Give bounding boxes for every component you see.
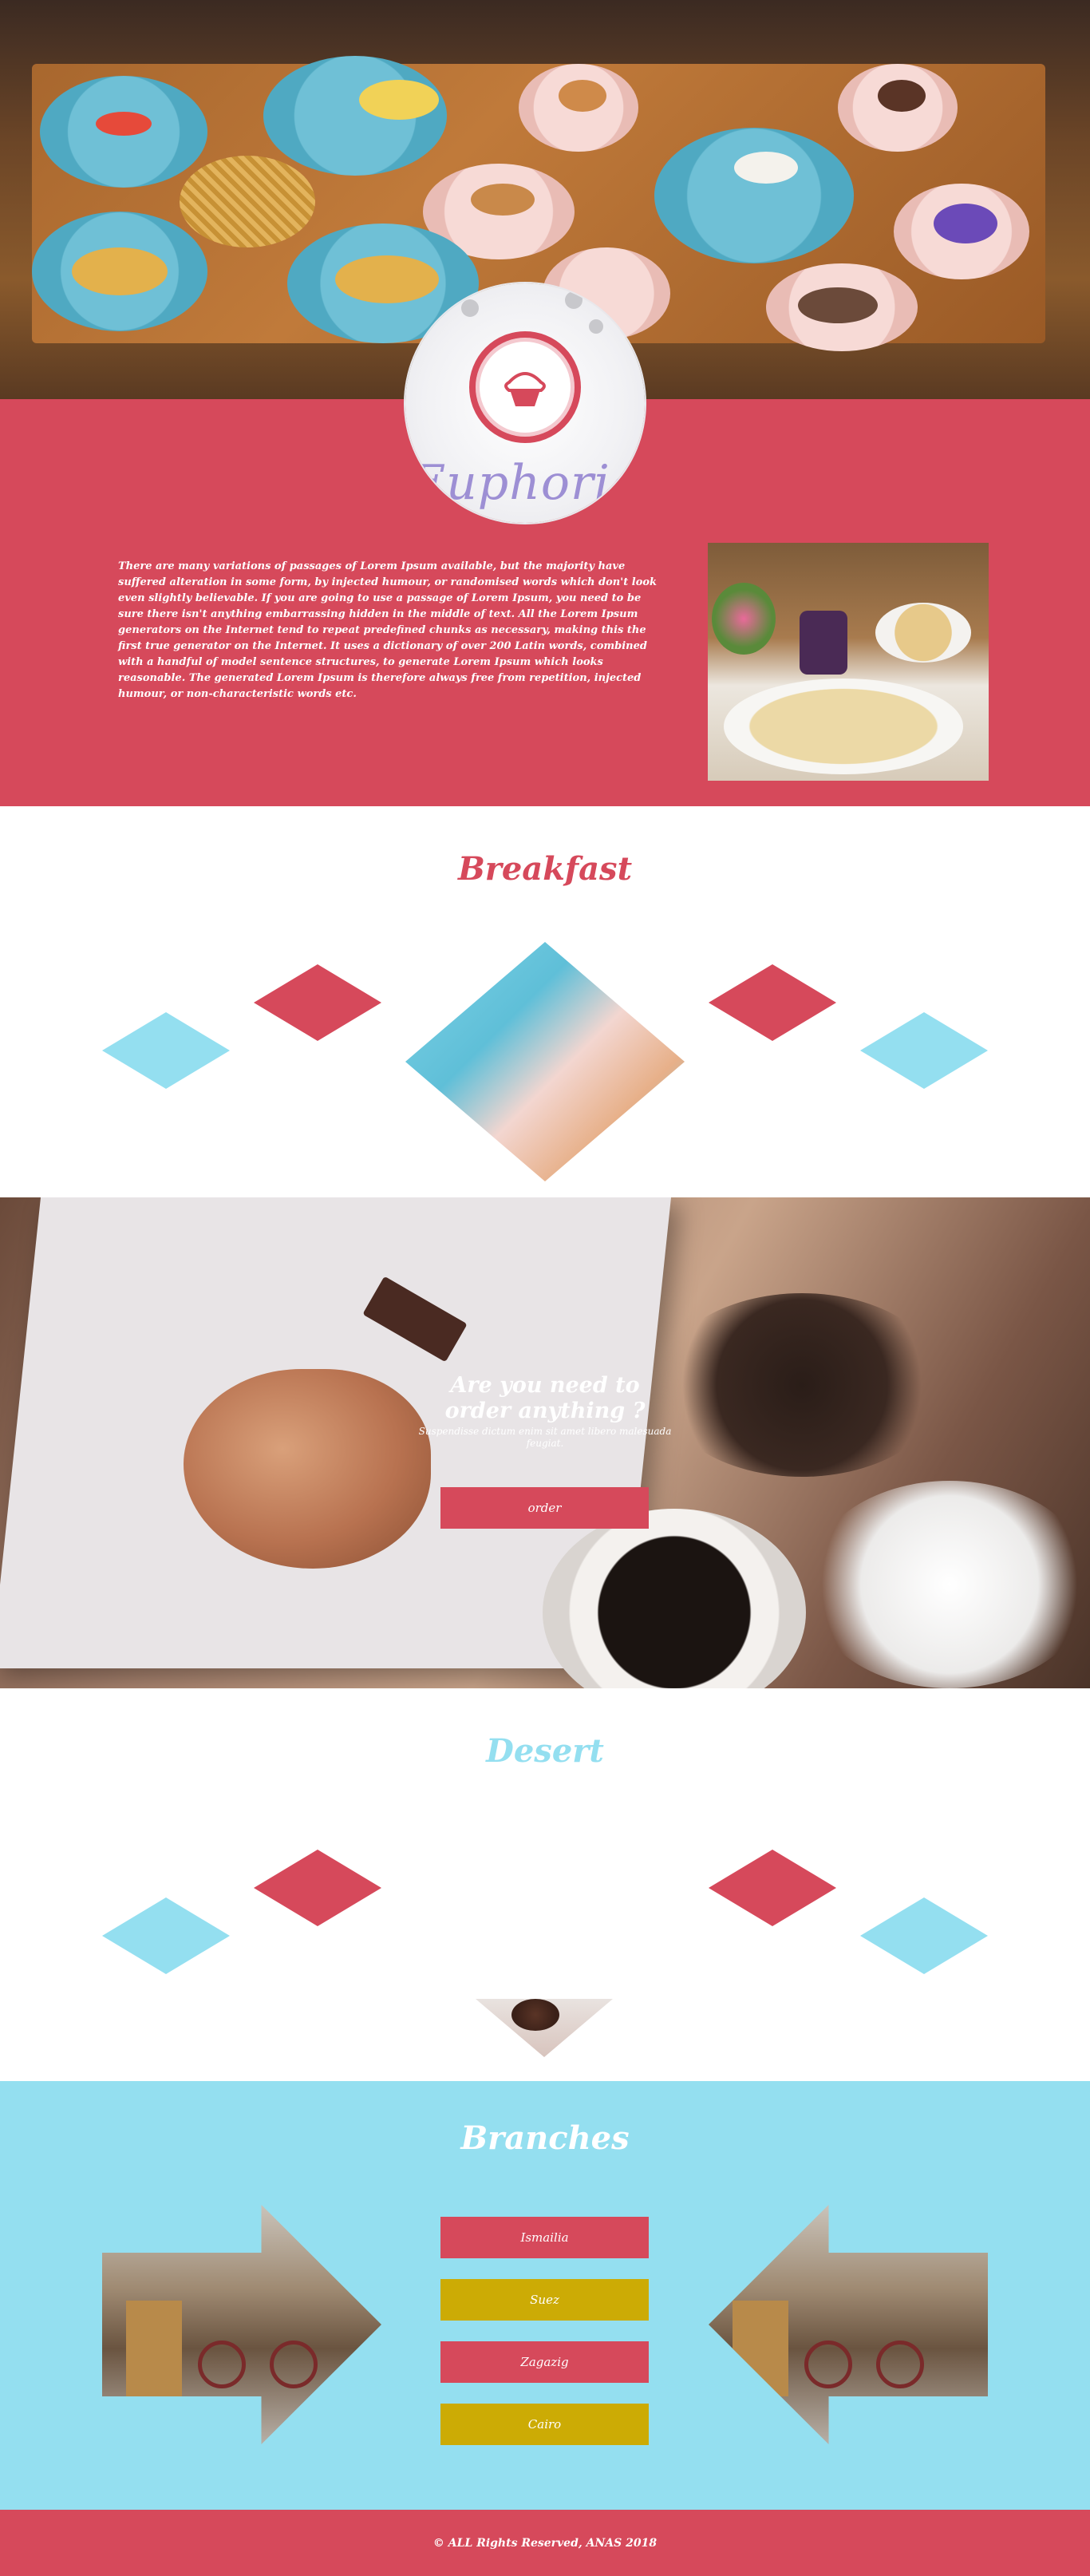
dishes-photo (708, 543, 989, 781)
decorative-diamond (860, 1897, 988, 1974)
branch-button-cairo[interactable]: Cairo (440, 2404, 649, 2445)
logo-wordmark: Euphoria (410, 455, 640, 511)
breakfast-title: Breakfast (457, 850, 633, 888)
about-paragraph: There are many variations of passages of… (118, 560, 658, 700)
branch-photo-right (709, 2205, 988, 2444)
decorative-diamond (860, 1012, 988, 1089)
desert-title: Desert (486, 1732, 604, 1770)
decorative-diamond (709, 1850, 836, 1926)
branch-button-suez[interactable]: Suez (440, 2279, 649, 2321)
branch-photo-left (102, 2205, 381, 2444)
decorative-diamond (254, 1850, 381, 1926)
order-prompt: Are you need to order anything ? Suspend… (415, 1373, 675, 1450)
branch-button-zagazig[interactable]: Zagazig (440, 2341, 649, 2383)
cupcake-icon (469, 331, 581, 443)
branches-section: Branches Ismailia Suez Zagazig Cairo (0, 2081, 1090, 2510)
order-subtitle: Suspendisse dictum enim sit amet libero … (418, 1426, 672, 1449)
footer: © ALL Rights Reserved, ANAS 2018 (0, 2510, 1090, 2576)
sugar-pile (806, 1481, 1090, 1688)
decorative-diamond (709, 964, 836, 1041)
coffee-grounds (658, 1293, 946, 1477)
order-button[interactable]: order (440, 1487, 649, 1529)
copyright-text: © ALL Rights Reserved, ANAS 2018 (432, 2536, 658, 2550)
breakfast-section: Breakfast (0, 806, 1090, 1197)
decorative-diamond (102, 1012, 230, 1089)
order-question: Are you need to order anything ? (444, 1373, 646, 1423)
desert-photo[interactable] (476, 1999, 613, 2057)
branch-button-ismailia[interactable]: Ismailia (440, 2217, 649, 2258)
branches-title: Branches (460, 2119, 630, 2157)
decorative-diamond (102, 1897, 230, 1974)
decorative-diamond (254, 964, 381, 1041)
euphoria-logo[interactable]: Euphoria (405, 283, 645, 523)
desert-section: Desert (0, 1688, 1090, 2081)
breakfast-photo[interactable] (405, 942, 685, 1181)
order-banner: Are you need to order anything ? Suspend… (0, 1197, 1090, 1688)
